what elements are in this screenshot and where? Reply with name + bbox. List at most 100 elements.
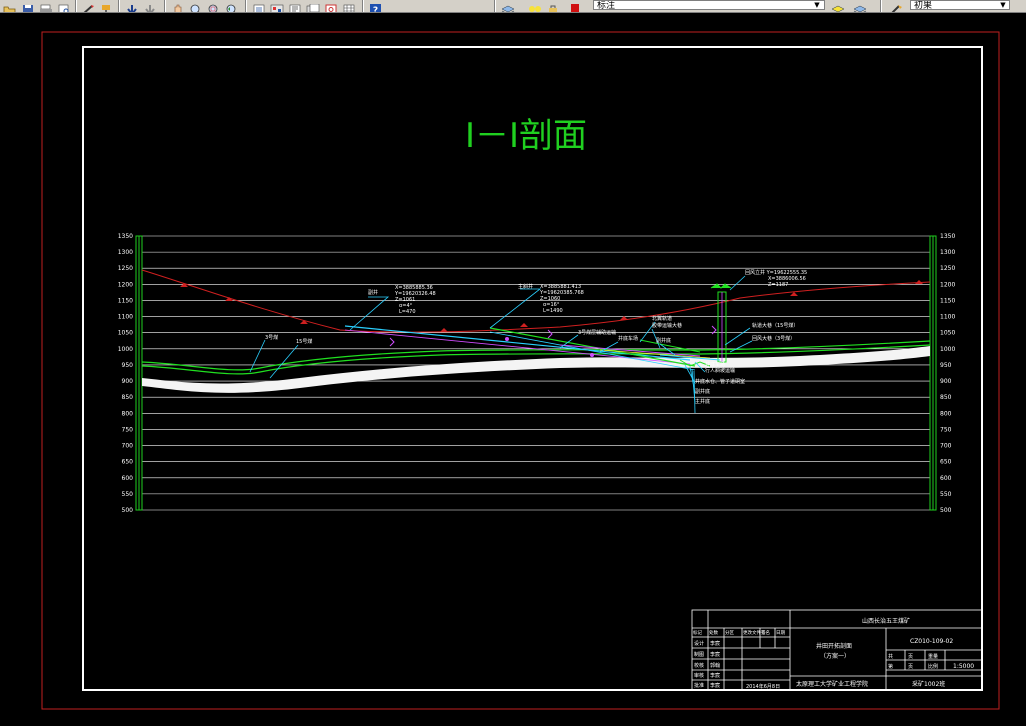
elevation-label: 650: [940, 459, 952, 466]
elevation-label: 850: [940, 394, 952, 401]
style-icon[interactable]: [888, 0, 904, 12]
annotation-text: 副井: [368, 289, 378, 296]
elevation-label: 600: [122, 475, 134, 482]
layer-color-icon[interactable]: [568, 0, 584, 12]
layer-previous-icon[interactable]: [830, 0, 846, 12]
layer-isolate-icon[interactable]: [852, 0, 868, 12]
date-text: 2014年6月8日: [746, 683, 780, 690]
layer-state-icons[interactable]: [528, 0, 544, 12]
elevation-label: 1150: [118, 297, 133, 304]
class-name: 采矿1002班: [912, 680, 945, 688]
sign-name: 郭翰: [710, 662, 720, 669]
help-icon[interactable]: ?: [367, 0, 383, 13]
ratio-label: 重量: [928, 653, 938, 660]
elevation-label: 700: [122, 443, 134, 450]
header-cell: 分区: [725, 629, 734, 636]
scale-value: 1:5000: [953, 663, 974, 670]
title-block: [691, 609, 983, 691]
sign-role: 审核: [694, 672, 704, 679]
zoom-window-icon[interactable]: [206, 0, 222, 12]
annotation-text: L=470: [399, 309, 416, 315]
elevation-label: 1050: [118, 330, 133, 337]
elevation-label: 1200: [118, 281, 133, 288]
paint-icon[interactable]: [98, 0, 114, 12]
chevron-down-icon[interactable]: ▼: [812, 0, 822, 10]
sign-name: 李宸: [710, 682, 720, 689]
pan-icon[interactable]: [170, 0, 186, 12]
header-cell: 处数: [709, 629, 718, 636]
elevation-label: 1100: [118, 314, 133, 321]
sign-name: 李宸: [710, 640, 720, 647]
annotation-text: 回风立井 Y=19622555.35: [745, 269, 807, 276]
annotation-text: 15号煤: [296, 338, 312, 345]
elevation-label: 550: [940, 491, 952, 498]
elevation-label: 1150: [940, 297, 955, 304]
elevation-label: 500: [122, 507, 134, 514]
layer-manager-icon[interactable]: [500, 0, 516, 12]
elevation-label: 500: [940, 507, 952, 514]
print-icon[interactable]: [38, 0, 54, 12]
elevation-label: 1000: [940, 346, 955, 353]
elevation-label: 550: [122, 491, 134, 498]
elevation-label: 1250: [118, 265, 133, 272]
elevation-label: 600: [940, 475, 952, 482]
match-icon[interactable]: [80, 0, 96, 12]
sheet-label: 页: [908, 654, 913, 660]
properties-icon[interactable]: [251, 0, 267, 12]
redo-icon[interactable]: [142, 0, 158, 12]
elevation-label: 1100: [940, 314, 955, 321]
chevron-down-icon[interactable]: ▼: [998, 0, 1008, 10]
drawing-canvas[interactable]: Ⅰ－Ⅰ剖面 1350 1300 1250 1200 1150 1100 1050 1000 95…: [0, 13, 1026, 726]
annotation-text: 井底车场: [705, 361, 725, 368]
zoom-previous-icon[interactable]: [224, 0, 240, 12]
sign-role: 制图: [694, 651, 704, 658]
annotation-text: 井底水仓、管子道硐室: [695, 378, 745, 385]
save-icon[interactable]: [20, 0, 36, 12]
leader-lines: [249, 275, 753, 414]
sign-name: 李宸: [710, 651, 720, 658]
standard-toolbar: ? 标注 ▼ 初果 ▼: [0, 0, 1026, 13]
elevation-label: 1200: [940, 281, 955, 288]
elevation-label: 1300: [118, 249, 133, 256]
elevation-label: 950: [122, 362, 134, 369]
annotation-text: 主斜井: [518, 283, 533, 290]
style-dropdown[interactable]: 初果: [910, 0, 1010, 10]
zoom-realtime-icon[interactable]: [188, 0, 204, 12]
open-icon[interactable]: [2, 0, 18, 12]
tool-palette-icon[interactable]: [287, 0, 303, 12]
annotation-text: 主井底: [695, 398, 710, 405]
layer-lock-icon[interactable]: [546, 0, 562, 12]
elevation-label: 800: [940, 410, 952, 417]
layer-dropdown[interactable]: 标注: [593, 0, 825, 10]
elevation-label: 1300: [940, 249, 955, 256]
annotation-text: 北翼轨道: [652, 315, 672, 322]
school-name: 太原理工大学矿业工程学院: [796, 680, 868, 688]
annotation-text: 回风大巷（3号煤）: [752, 335, 795, 342]
annotation-text: Z=1187: [768, 282, 788, 288]
header-cell: 日期: [776, 630, 785, 636]
annotation-text: 副井底: [656, 337, 671, 344]
annotation-text: 副井底: [695, 388, 710, 395]
calculator-icon[interactable]: [341, 0, 357, 12]
elevation-label: 1050: [940, 330, 955, 337]
sheet-set-icon[interactable]: [305, 0, 321, 12]
design-center-icon[interactable]: [269, 0, 285, 12]
elevation-label: 750: [940, 426, 952, 433]
header-cell: 标记: [693, 629, 702, 636]
elevation-scale-left: 1350 1300 1250 1200 1150 1100 1050 1000 950 900 85…: [118, 233, 133, 514]
preview-icon[interactable]: [56, 0, 72, 12]
markup-icon[interactable]: [323, 0, 339, 12]
header-cell: 签名: [761, 629, 770, 636]
elevation-label: 900: [940, 378, 952, 385]
annotation-text: 胶带运输大巷: [652, 322, 682, 329]
elevation-label: 650: [122, 459, 134, 466]
sheet-label: 第: [888, 663, 893, 670]
ratio-label: 比例: [928, 663, 938, 670]
elevation-label: 950: [940, 362, 952, 369]
elevation-label: 800: [122, 410, 134, 417]
svg-text:?: ?: [373, 6, 378, 13]
drawing-title: Ⅰ－Ⅰ剖面: [465, 116, 587, 156]
undo-icon[interactable]: [124, 0, 140, 12]
elevation-scale-right: 1350 1300 1250 1200 1150 1100 1050 1000 950 900 85…: [940, 233, 955, 514]
style-dropdown-value: 初果: [914, 1, 933, 10]
